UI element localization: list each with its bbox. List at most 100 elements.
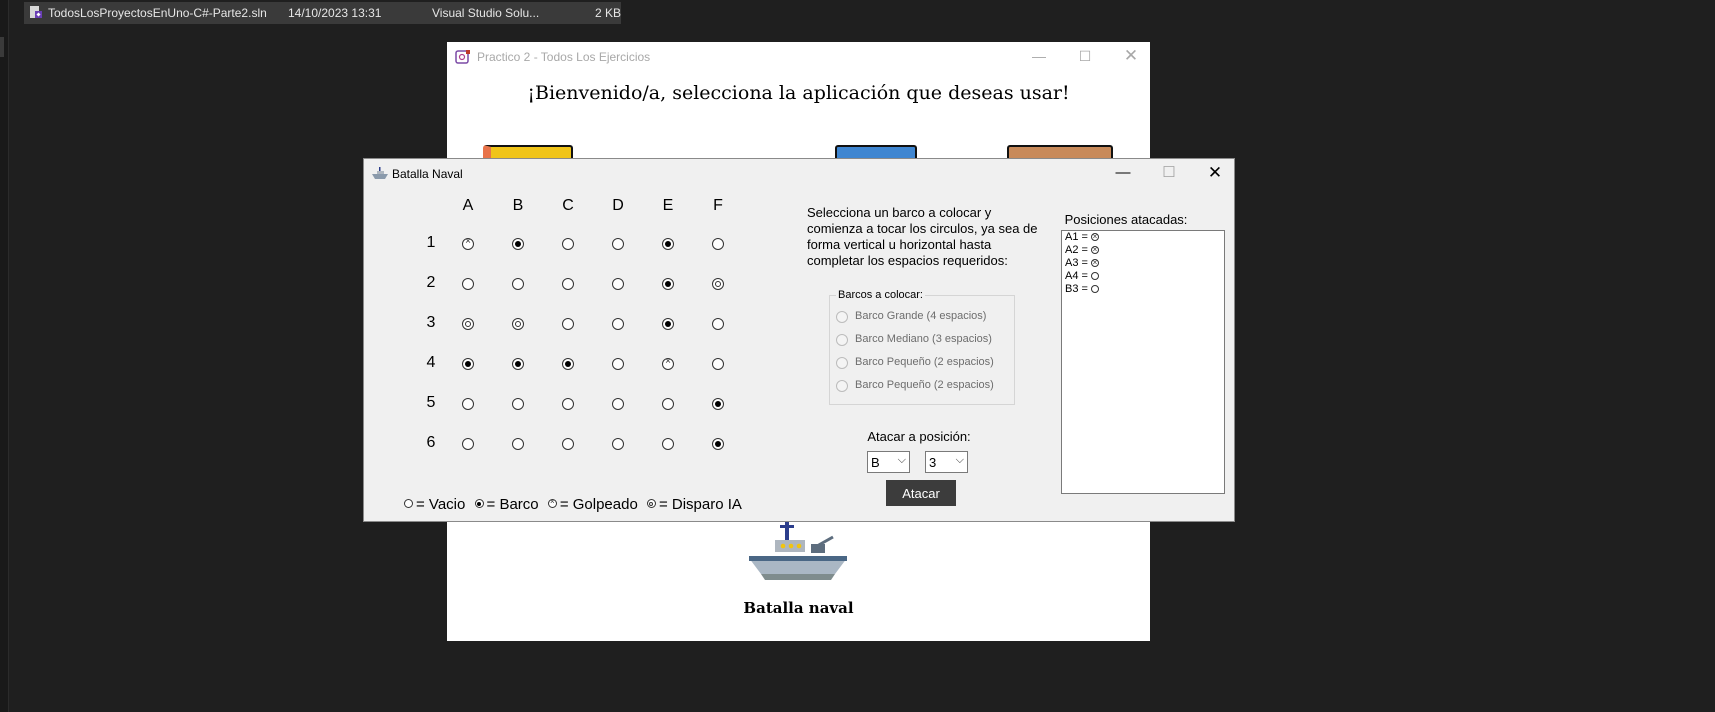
- chevron-down-icon: ⌵: [955, 454, 964, 466]
- board-cell[interactable]: [462, 236, 474, 250]
- attack-button[interactable]: Atacar: [886, 480, 956, 506]
- radio-barco-mediano: [836, 334, 848, 346]
- minimize-icon[interactable]: —: [1028, 46, 1050, 66]
- board-cell[interactable]: [662, 438, 674, 450]
- board-cell[interactable]: [562, 238, 574, 250]
- empty-icon: [1090, 285, 1099, 293]
- board-cell[interactable]: [512, 318, 524, 330]
- list-item[interactable]: A3 =: [1062, 256, 1224, 270]
- attacked-positions-list[interactable]: A1 = A2 = A3 = A4 = B3 =: [1061, 230, 1225, 494]
- board-cell[interactable]: [712, 278, 724, 290]
- board-cell[interactable]: [712, 318, 724, 330]
- board-cell[interactable]: [462, 398, 474, 410]
- board-cell[interactable]: [712, 398, 724, 410]
- app-icon: [455, 50, 470, 64]
- list-item[interactable]: A1 =: [1062, 230, 1224, 244]
- board-cell[interactable]: [662, 238, 674, 250]
- row-header: 1: [426, 234, 436, 251]
- board-cell[interactable]: [512, 358, 524, 370]
- board-cell[interactable]: [662, 318, 674, 330]
- board-cell[interactable]: [562, 398, 574, 410]
- battleship-icon[interactable]: [747, 520, 851, 592]
- legend-ai-shot-icon: [646, 499, 656, 508]
- dialog-maximize-icon: ☐: [1162, 164, 1176, 181]
- hit-icon: [1090, 243, 1099, 256]
- column-header: D: [612, 197, 624, 214]
- file-size: 2 KB: [595, 6, 622, 20]
- board-cell[interactable]: [612, 398, 624, 410]
- board-cell[interactable]: [712, 238, 724, 250]
- column-header: B: [512, 197, 524, 214]
- file-type: Visual Studio Solu...: [432, 6, 540, 20]
- close-icon[interactable]: ✕: [1120, 46, 1142, 66]
- column-header: E: [662, 197, 674, 214]
- board-cell[interactable]: [512, 398, 524, 410]
- radio-label: Barco Mediano (3 espacios): [855, 333, 992, 345]
- list-item[interactable]: B3 =: [1062, 283, 1224, 296]
- row-header: 3: [426, 314, 436, 331]
- list-item[interactable]: A2 =: [1062, 243, 1224, 257]
- row-header: 6: [426, 434, 436, 451]
- board-cell[interactable]: [612, 358, 624, 370]
- empty-icon: [1090, 272, 1099, 280]
- board-cell[interactable]: [562, 358, 574, 370]
- solution-file-icon: [30, 6, 42, 18]
- dialog-close-icon[interactable]: ✕: [1199, 163, 1231, 183]
- attacked-positions-label: Posiciones atacadas:: [1064, 212, 1188, 227]
- main-window-titlebar[interactable]: Practico 2 - Todos Los Ejercicios — ☐ ✕: [447, 42, 1150, 72]
- legend-hit-icon: [547, 497, 557, 508]
- board-cell[interactable]: [512, 438, 524, 450]
- row-header: 4: [426, 354, 436, 371]
- hit-icon: [1090, 256, 1099, 269]
- column-header: F: [713, 197, 723, 214]
- board-cell[interactable]: [562, 438, 574, 450]
- maximize-icon[interactable]: ☐: [1074, 46, 1096, 66]
- board-cell[interactable]: [462, 438, 474, 450]
- row-header: 5: [426, 394, 436, 411]
- file-name: TodosLosProyectosEnUno-C#-Parte2.sln: [48, 6, 267, 20]
- board-cell[interactable]: [712, 358, 724, 370]
- board-legend: = Vacio = Barco = Golpeado = Disparo IA: [404, 496, 742, 513]
- radio-label: Barco Pequeño (2 espacios): [855, 356, 994, 368]
- radio-barco-pequeno-2: [836, 380, 848, 392]
- row-header: 2: [426, 274, 436, 291]
- radio-label: Barco Pequeño (2 espacios): [855, 379, 994, 391]
- board-cell[interactable]: [612, 278, 624, 290]
- sidebar-marker: [0, 37, 4, 57]
- attack-position-label: Atacar a posición:: [867, 429, 971, 444]
- board-cell[interactable]: [662, 356, 674, 370]
- board-cell[interactable]: [512, 238, 524, 250]
- left-sidebar-strip: [0, 0, 9, 712]
- welcome-heading: ¡Bienvenido/a, selecciona la aplicación …: [527, 82, 1070, 104]
- board-cell[interactable]: [612, 238, 624, 250]
- chevron-down-icon: ⌵: [897, 454, 906, 466]
- radio-label: Barco Grande (4 espacios): [855, 310, 987, 322]
- column-header: A: [462, 197, 474, 214]
- board-cell[interactable]: [662, 398, 674, 410]
- attack-column-select[interactable]: B ⌵: [867, 451, 910, 473]
- board-cell[interactable]: [612, 438, 624, 450]
- board-cell[interactable]: [562, 278, 574, 290]
- main-window-title: Practico 2 - Todos Los Ejercicios: [477, 50, 651, 64]
- board-cell[interactable]: [562, 318, 574, 330]
- ships-group: Barcos a colocar: Barco Grande (4 espaci…: [829, 289, 1015, 405]
- dialog-minimize-icon[interactable]: —: [1107, 163, 1139, 183]
- board-cell[interactable]: [612, 318, 624, 330]
- dialog-title: Batalla Naval: [392, 167, 463, 181]
- batalla-naval-dialog: Batalla Naval — ☐ ✕ A B C D E F 1 2 3 4 5 6 = Vacio…: [363, 158, 1235, 522]
- battleship-label: Batalla naval: [743, 599, 854, 617]
- explorer-file-row[interactable]: TodosLosProyectosEnUno-C#-Parte2.sln 14/…: [24, 2, 621, 24]
- board-cell[interactable]: [462, 318, 474, 330]
- file-date: 14/10/2023 13:31: [288, 6, 382, 20]
- list-item[interactable]: A4 =: [1062, 270, 1224, 283]
- board-cell[interactable]: [512, 278, 524, 290]
- legend-ship-icon: [474, 499, 484, 508]
- hit-icon: [1090, 230, 1099, 243]
- attack-row-select[interactable]: 3 ⌵: [925, 451, 968, 473]
- radio-barco-grande: [836, 311, 848, 323]
- board-cell[interactable]: [462, 278, 474, 290]
- board-cell[interactable]: [662, 278, 674, 290]
- board-cell[interactable]: [712, 438, 724, 450]
- legend-empty-icon: [404, 499, 413, 508]
- board-cell[interactable]: [462, 358, 474, 370]
